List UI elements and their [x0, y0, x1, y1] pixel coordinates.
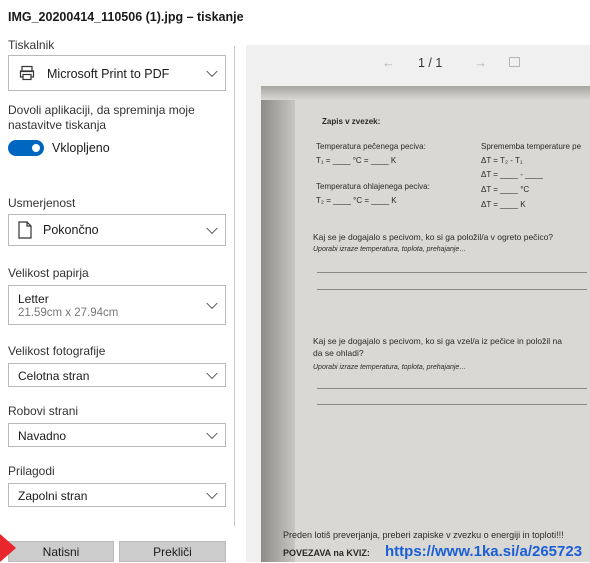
chevron-down-icon — [206, 297, 218, 310]
doc-t2-label: Temperatura ohlajenega peciva: — [316, 182, 430, 191]
portrait-page-icon — [18, 221, 32, 242]
chevron-down-icon — [206, 222, 218, 235]
margins-select[interactable]: Navadno — [8, 423, 226, 447]
printer-select[interactable]: Microsoft Print to PDF — [8, 55, 226, 91]
panel-divider — [234, 46, 235, 526]
doc-question-1-hint: Uporabi izraze temperatura, toplota, pre… — [313, 246, 467, 253]
arrow-right-icon[interactable]: → — [474, 55, 487, 70]
paper-size-value: Letter — [18, 292, 49, 306]
photo-size-value: Celotna stran — [18, 369, 90, 383]
paper-size-label: Velikost papirja — [8, 266, 89, 280]
fit-page-icon[interactable] — [509, 57, 520, 67]
doc-t1-line: T₁ = ____ °C = ____ K — [316, 156, 397, 165]
photo-size-label: Velikost fotografije — [8, 344, 106, 358]
handwriting-line — [317, 272, 587, 273]
doc-question-2a: Kaj se je dogajalo s pecivom, ko si ga v… — [313, 336, 562, 346]
chevron-down-icon — [206, 427, 218, 440]
paper-size-dimensions: 21.59cm x 27.94cm — [18, 307, 119, 319]
photo-size-select[interactable]: Celotna stran — [8, 363, 226, 387]
photo-shadow-top — [261, 86, 590, 100]
page-counter: 1 / 1 — [418, 56, 443, 70]
doc-change-label: Sprememba temperature pe — [481, 142, 582, 151]
doc-dt4: ΔT = ____ K — [481, 200, 526, 209]
window-title: IMG_20200414_110506 (1).jpg – tiskanje — [8, 10, 244, 24]
doc-heading: Zapis v zvezek: — [322, 117, 381, 126]
handwriting-line — [317, 388, 587, 389]
handwriting-line — [317, 289, 587, 290]
chevron-down-icon — [206, 65, 218, 78]
doc-link-prefix: POVEZAVA na KVIZ: — [283, 548, 370, 558]
pointer-arrow-icon — [0, 534, 16, 562]
margins-value: Navadno — [18, 429, 67, 443]
permission-text: Dovoli aplikaciji, da spreminja moje nas… — [8, 103, 195, 132]
doc-dt3: ΔT = ____ °C — [481, 185, 530, 194]
doc-footer: Preden lotiš preverjanja, preberi zapisk… — [283, 530, 564, 540]
arrow-left-icon[interactable]: ← — [382, 55, 395, 70]
orientation-select[interactable]: Pokončno — [8, 214, 226, 246]
doc-question-2b: da se ohladi? — [313, 348, 364, 358]
margins-label: Robovi strani — [8, 404, 79, 418]
paper-size-select[interactable]: Letter 21.59cm x 27.94cm — [8, 285, 226, 325]
printer-icon — [19, 65, 35, 84]
cancel-button[interactable]: Prekliči — [119, 541, 226, 562]
doc-quiz-link: https://www.1ka.si/a/265723 — [385, 543, 583, 560]
doc-t1-label: Temperatura pečenega peciva: — [316, 142, 426, 151]
permission-toggle[interactable] — [8, 140, 44, 156]
orientation-value: Pokončno — [43, 223, 99, 237]
fit-value: Zapolni stran — [18, 489, 88, 503]
fit-label: Prilagodi — [8, 464, 55, 478]
printer-value: Microsoft Print to PDF — [47, 67, 170, 81]
chevron-down-icon — [206, 367, 218, 380]
printer-label: Tiskalnik — [8, 38, 55, 52]
doc-dt2: ΔT = ____ - ____ — [481, 170, 543, 179]
photo-shadow-left — [261, 86, 295, 562]
print-button[interactable]: Natisni — [8, 541, 114, 562]
doc-dt1: ΔT = T₂ - T₁ — [481, 156, 523, 165]
doc-question-2-hint: Uporabi izraze temperatura, toplota, pre… — [313, 364, 467, 371]
doc-t2-line: T₂ = ____ °C = ____ K — [316, 196, 397, 205]
doc-question-1: Kaj se je dogajalo s pecivom, ko si ga p… — [313, 232, 554, 242]
orientation-label: Usmerjenost — [8, 196, 76, 210]
page-preview: Zapis v zvezek: Temperatura pečenega pec… — [261, 86, 590, 562]
fit-select[interactable]: Zapolni stran — [8, 483, 226, 507]
toggle-state-label: Vklopljeno — [52, 141, 110, 155]
handwriting-line — [317, 404, 587, 405]
chevron-down-icon — [206, 487, 218, 500]
toggle-knob — [32, 144, 40, 152]
